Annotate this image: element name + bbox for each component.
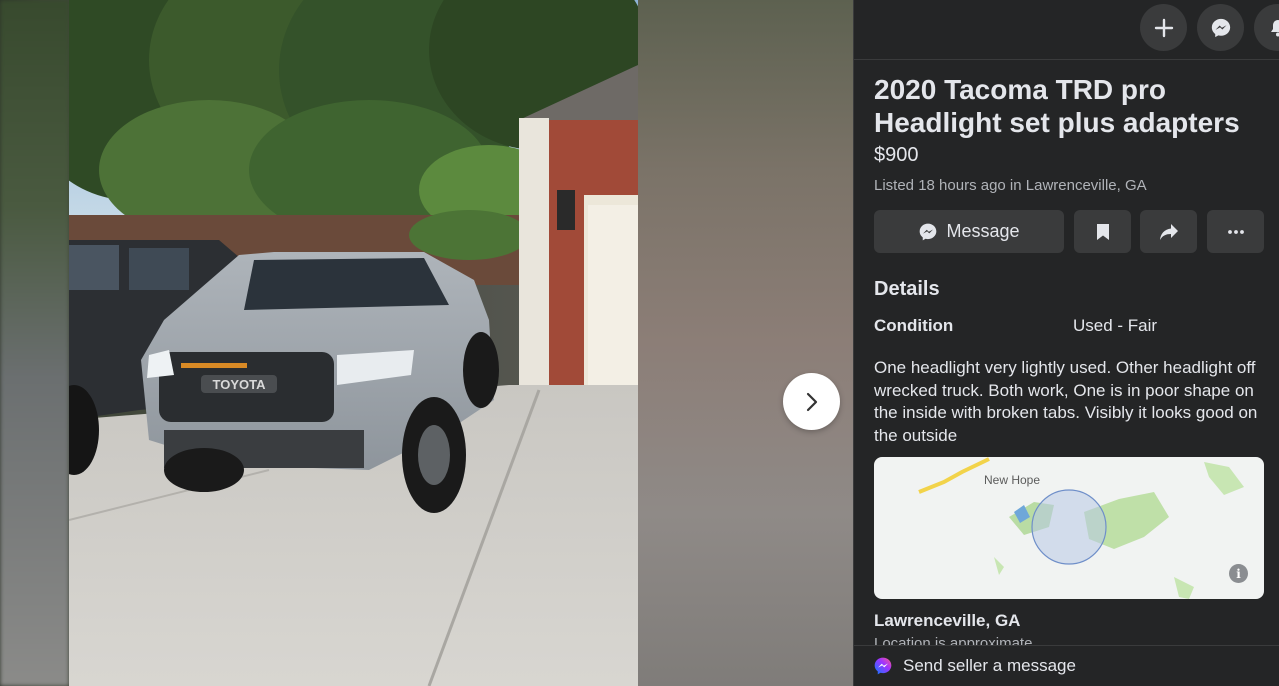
send-seller-message-label: Send seller a message xyxy=(903,656,1076,675)
blurred-backdrop-left xyxy=(0,0,69,686)
info-icon[interactable]: i xyxy=(1229,564,1248,583)
messenger-button[interactable] xyxy=(1197,4,1244,51)
map-graphic xyxy=(918,457,1244,599)
listing-meta: Listed 18 hours ago in Lawrenceville, GA xyxy=(874,177,1147,194)
messenger-icon xyxy=(920,223,937,240)
message-button-label: Message xyxy=(946,221,1020,241)
chevron-right-icon xyxy=(806,392,817,411)
messenger-icon xyxy=(874,657,892,675)
share-button[interactable] xyxy=(1140,210,1197,253)
condition-label: Condition xyxy=(874,316,954,335)
listing-description: One headlight very lightly used. Other h… xyxy=(874,358,1258,445)
save-button[interactable] xyxy=(1074,210,1131,253)
location-note: Location is approximate xyxy=(874,635,1033,645)
location-map[interactable]: New Hope i xyxy=(874,457,1264,599)
grille-badge: TOYOTA xyxy=(213,377,267,392)
details-heading: Details xyxy=(874,278,940,300)
messenger-icon xyxy=(1211,18,1230,37)
listing-title: 2020 Tacoma TRD pro Headlight set plus a… xyxy=(874,74,1240,138)
create-button[interactable] xyxy=(1140,4,1187,51)
more-dots-icon xyxy=(1227,229,1244,234)
bookmark-icon xyxy=(1096,223,1109,240)
notifications-button[interactable] xyxy=(1254,4,1279,51)
listing-photo[interactable]: TOYOTA xyxy=(69,0,638,686)
media-viewer: TOYOTA xyxy=(0,0,853,686)
blurred-backdrop-right xyxy=(638,0,853,686)
more-options-button[interactable] xyxy=(1207,210,1264,253)
send-seller-message-bar[interactable]: Send seller a message xyxy=(854,645,1279,686)
share-icon xyxy=(1159,223,1178,240)
listing-price: $900 xyxy=(874,144,919,166)
message-button[interactable]: Message xyxy=(874,210,1064,253)
listing-panel: 2020 Tacoma TRD pro Headlight set plus a… xyxy=(853,0,1279,686)
bell-icon xyxy=(1270,19,1279,36)
plus-icon xyxy=(1154,18,1173,37)
top-action-bar xyxy=(854,0,1279,60)
map-place-label: New Hope xyxy=(984,473,1041,487)
listing-content[interactable]: 2020 Tacoma TRD pro Headlight set plus a… xyxy=(874,60,1264,645)
listing-actions: Message xyxy=(874,210,1264,253)
location-name: Lawrenceville, GA xyxy=(874,611,1021,630)
condition-value: Used - Fair xyxy=(1073,316,1158,335)
condition-row: Condition Used - Fair xyxy=(874,316,1264,338)
next-photo-button[interactable] xyxy=(783,373,840,430)
